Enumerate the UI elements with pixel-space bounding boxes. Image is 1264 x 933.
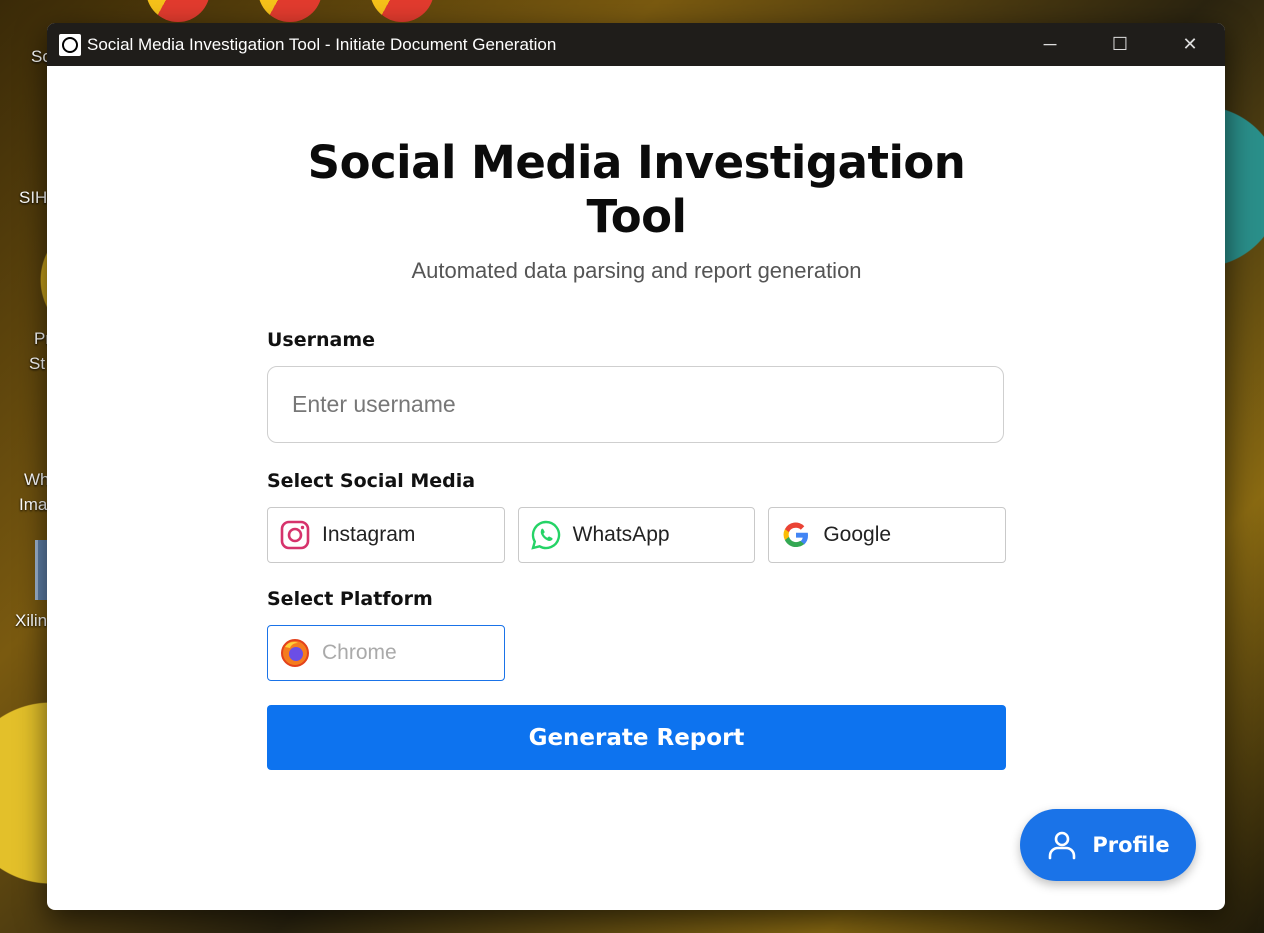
social-media-options: Instagram WhatsApp Google xyxy=(267,507,1007,563)
whatsapp-icon xyxy=(530,520,560,550)
desktop-label[interactable]: Ima xyxy=(19,495,47,515)
platform-select[interactable]: Chrome xyxy=(267,625,505,681)
social-option-label: Instagram xyxy=(322,523,416,546)
desktop-label[interactable]: SIH xyxy=(19,188,47,208)
page-subtitle: Automated data parsing and report genera… xyxy=(411,258,862,283)
page-title: Social Media Investigation Tool xyxy=(307,136,966,243)
username-input[interactable] xyxy=(267,366,1004,443)
social-option-whatsapp[interactable]: WhatsApp xyxy=(517,507,756,563)
social-option-instagram[interactable]: Instagram xyxy=(267,507,505,563)
main-content: Social Media Investigation Tool Automate… xyxy=(47,66,1225,910)
chrome-desktop-icon[interactable] xyxy=(258,0,322,22)
desktop-label[interactable]: Xilin xyxy=(15,611,47,631)
user-icon xyxy=(1049,831,1076,860)
google-icon xyxy=(783,522,809,548)
generate-report-button[interactable]: Generate Report xyxy=(267,705,1006,770)
social-option-label: Google xyxy=(823,523,892,546)
browser-icon xyxy=(281,639,309,667)
social-option-label: WhatsApp xyxy=(572,523,670,546)
profile-label: Profile xyxy=(1092,833,1170,857)
profile-button[interactable]: Profile xyxy=(1020,809,1196,881)
platform-label: Select Platform xyxy=(267,588,433,610)
window-title: Social Media Investigation Tool - Initia… xyxy=(87,34,557,54)
social-option-google[interactable]: Google xyxy=(768,507,1007,563)
title-bar[interactable]: Social Media Investigation Tool - Initia… xyxy=(47,23,1225,66)
desktop-label[interactable]: Wh xyxy=(24,470,50,490)
social-media-label: Select Social Media xyxy=(267,470,476,492)
platform-value: Chrome xyxy=(322,641,397,664)
app-icon xyxy=(59,33,81,56)
username-label: Username xyxy=(267,329,376,351)
app-window: Social Media Investigation Tool - Initia… xyxy=(47,23,1225,910)
chrome-desktop-icon[interactable] xyxy=(370,0,434,22)
chrome-desktop-icon[interactable] xyxy=(146,0,210,22)
close-button[interactable]: ✕ xyxy=(1155,23,1225,66)
form-container: Social Media Investigation Tool Automate… xyxy=(267,136,1007,770)
maximize-button[interactable]: ☐ xyxy=(1085,23,1155,66)
minimize-button[interactable]: ─ xyxy=(1015,23,1085,66)
instagram-icon xyxy=(280,520,310,550)
desktop-label[interactable]: St xyxy=(29,354,45,374)
